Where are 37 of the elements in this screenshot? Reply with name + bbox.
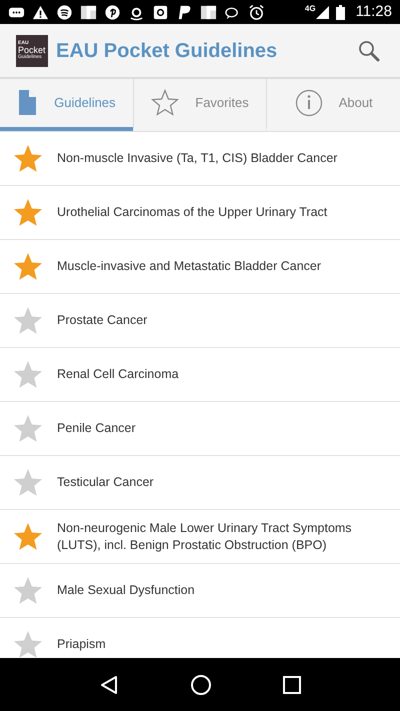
favorite-star-icon[interactable] xyxy=(12,142,44,174)
warning-icon xyxy=(32,4,49,20)
favorite-star-icon[interactable] xyxy=(12,358,44,390)
guideline-title[interactable]: Non-neurogenic Male Lower Urinary Tract Symptoms (LUTS), incl. Benign Prostatic Obstruction (BPO) xyxy=(57,520,388,554)
favorite-star-icon[interactable] xyxy=(12,250,44,282)
back-icon[interactable] xyxy=(99,674,120,694)
guideline-title[interactable]: Muscle-invasive and Metastatic Bladder Cancer xyxy=(57,258,322,275)
pin-app-icon xyxy=(104,4,121,20)
guideline-title[interactable]: Testicular Cancer xyxy=(57,474,154,491)
star-icon xyxy=(151,89,180,117)
document-icon xyxy=(17,89,38,117)
favorite-star-icon[interactable] xyxy=(12,520,44,552)
guideline-title[interactable]: Penile Cancer xyxy=(57,420,136,437)
favorite-star-icon[interactable] xyxy=(12,466,44,498)
favorite-star-icon[interactable] xyxy=(12,196,44,228)
guideline-title[interactable]: Male Sexual Dysfunction xyxy=(57,582,195,599)
alarm-icon xyxy=(248,4,265,20)
info-icon xyxy=(294,89,323,117)
clock-time: 11:28 xyxy=(356,2,392,22)
music-app-icon xyxy=(56,4,73,20)
payment-app-icon xyxy=(176,4,193,20)
guideline-title[interactable]: Prostate Cancer xyxy=(57,312,148,329)
guideline-title[interactable]: Urothelial Carcinomas of the Upper Urinary Tract xyxy=(57,204,328,221)
guideline-title[interactable]: Priapism xyxy=(57,636,106,653)
recents-icon[interactable] xyxy=(282,676,301,694)
favorite-star-icon[interactable] xyxy=(12,628,44,658)
battery-icon xyxy=(336,4,345,20)
search-icon[interactable] xyxy=(358,40,380,62)
favorite-star-icon[interactable] xyxy=(12,304,44,336)
guideline-title[interactable]: Renal Cell Carcinoma xyxy=(57,366,179,383)
home-icon[interactable] xyxy=(190,674,212,696)
app-title: EAU Pocket Guidelines xyxy=(56,38,278,64)
favorite-star-icon[interactable] xyxy=(12,574,44,606)
network-type: 4G xyxy=(304,3,316,15)
signal-icon xyxy=(314,5,329,19)
guideline-title[interactable]: Non-muscle Invasive (Ta, T1, CIS) Bladder Cancer xyxy=(57,150,338,167)
favorite-star-icon[interactable] xyxy=(12,412,44,444)
